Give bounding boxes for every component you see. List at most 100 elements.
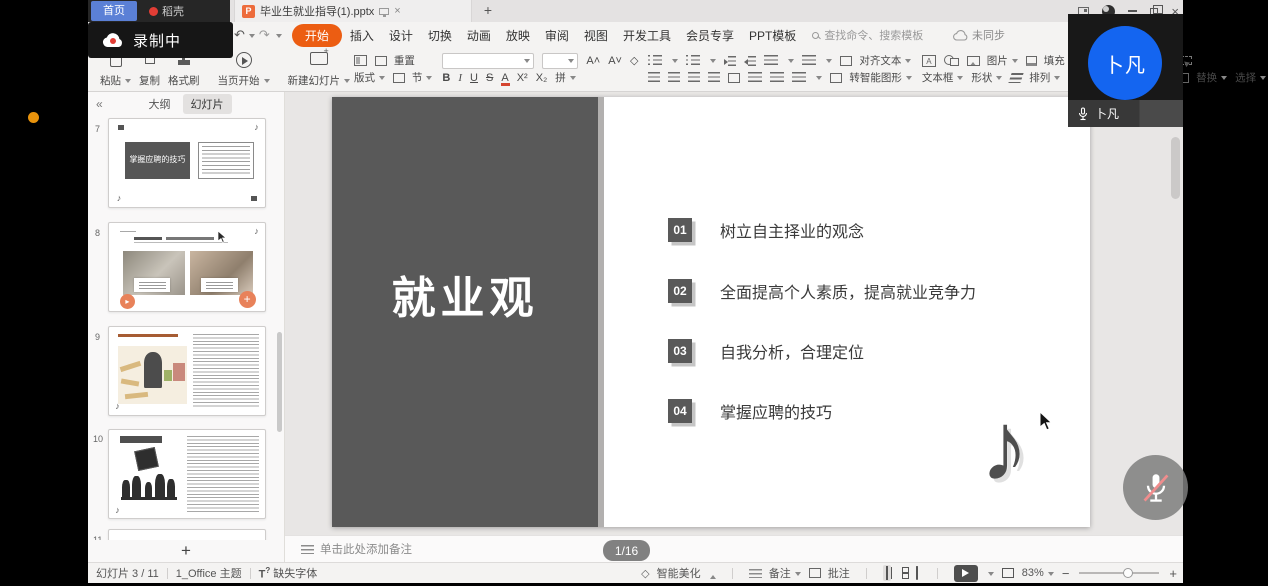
layout-button[interactable]: 版式: [354, 70, 385, 85]
textbox-button[interactable]: 文本框: [922, 70, 964, 85]
current-slide[interactable]: 就业观 01 树立自主择业的观念 02 全面提高个人素质，提高就业竞争力 03 …: [332, 97, 1090, 527]
underline-button[interactable]: U: [470, 72, 478, 84]
participant-video-tile[interactable]: 卜凡 卜凡: [1068, 14, 1183, 127]
decrease-indent-icon[interactable]: [724, 56, 736, 66]
text-direction-icon[interactable]: [764, 55, 778, 66]
numbered-list-icon[interactable]: [686, 55, 700, 66]
font-size-combo[interactable]: [542, 53, 578, 69]
agenda-item-3[interactable]: 03 自我分析，合理定位: [668, 338, 864, 364]
decrease-font-button[interactable]: A˅: [608, 55, 622, 67]
mute-microphone-button[interactable]: [1123, 455, 1188, 520]
tab-member[interactable]: 会员专享: [686, 27, 734, 44]
tab-animation[interactable]: 动画: [467, 27, 491, 44]
select-button[interactable]: 选择: [1235, 70, 1266, 85]
tab-devtools[interactable]: 开发工具: [623, 27, 671, 44]
agenda-item-4[interactable]: 04 掌握应聘的技巧: [668, 398, 832, 424]
bold-button[interactable]: B: [442, 72, 450, 84]
zoom-level[interactable]: 83%: [1022, 567, 1054, 579]
slide-thumbnail-7[interactable]: ♪ 掌握应聘的技巧 ♪: [108, 118, 266, 208]
textbox-icon[interactable]: A: [922, 55, 936, 67]
slide-thumbnail-9[interactable]: ♪: [108, 326, 266, 416]
arrange-button[interactable]: 排列: [1010, 70, 1060, 85]
replace-button[interactable]: 替换: [1177, 70, 1227, 85]
increase-font-button[interactable]: A˄: [586, 55, 600, 67]
reading-view-button[interactable]: [913, 565, 921, 581]
numbered-dropdown-icon[interactable]: [710, 59, 716, 66]
pinyin-button[interactable]: 拼: [555, 70, 576, 85]
tab-ppt-template[interactable]: PPT模板: [749, 27, 796, 44]
zoom-out-button[interactable]: −: [1062, 566, 1070, 581]
comments-button[interactable]: 批注: [809, 565, 850, 581]
zoom-slider-knob[interactable]: [1123, 568, 1133, 578]
slide-thumbnail-11[interactable]: [108, 529, 266, 540]
picture-button[interactable]: 图片: [967, 53, 1018, 68]
undo-icon[interactable]: ↶: [234, 27, 245, 43]
slideshow-play-button[interactable]: [954, 565, 978, 582]
distribute-icon[interactable]: [728, 73, 740, 83]
panel-scrollbar-thumb[interactable]: [277, 332, 282, 432]
missing-font-label[interactable]: 缺失字体: [273, 565, 317, 581]
canvas-scrollbar-thumb[interactable]: [1171, 137, 1180, 199]
tab-home-ribbon[interactable]: 开始: [292, 24, 342, 47]
document-tab[interactable]: P 毕业生就业指导(1).pptx ×: [234, 0, 472, 22]
undo-dropdown-icon[interactable]: [249, 34, 255, 41]
zoom-slider[interactable]: [1079, 572, 1159, 574]
tab-design[interactable]: 设计: [389, 27, 413, 44]
docer-tab[interactable]: 稻壳: [143, 0, 190, 22]
font-name-combo[interactable]: [442, 53, 534, 69]
clear-format-icon[interactable]: ◇: [630, 54, 638, 67]
add-slide-button[interactable]: +: [88, 540, 284, 562]
sorter-view-button[interactable]: [899, 571, 905, 575]
new-tab-button[interactable]: +: [480, 2, 496, 18]
minimize-button[interactable]: [1128, 10, 1137, 12]
close-document-icon[interactable]: ×: [394, 5, 400, 17]
slides-tab[interactable]: 幻灯片: [183, 94, 232, 114]
tab-insert[interactable]: 插入: [350, 27, 374, 44]
bullet-list-icon[interactable]: [648, 55, 662, 66]
new-slide-button[interactable]: 新建幻灯片: [284, 50, 355, 88]
sync-status[interactable]: 未同步: [953, 22, 1005, 48]
bullet-dropdown-icon[interactable]: [672, 59, 678, 66]
theme-label[interactable]: 1_Office 主题: [176, 565, 242, 581]
layout-icon[interactable]: [354, 55, 367, 66]
line-spacing-icon[interactable]: [802, 55, 816, 66]
subscript-button[interactable]: X₂: [536, 72, 548, 84]
shapes-icon[interactable]: [944, 55, 959, 66]
notes-bar[interactable]: 单击此处添加备注: [285, 535, 1183, 562]
tab-slideshow[interactable]: 放映: [506, 27, 530, 44]
command-search[interactable]: 查找命令、搜索模板: [812, 27, 923, 43]
text-direction-dropdown-icon[interactable]: [788, 59, 794, 66]
row-spacing-icon[interactable]: [770, 72, 784, 83]
fit-window-icon[interactable]: [1002, 568, 1014, 578]
italic-button[interactable]: I: [458, 72, 462, 84]
line-spacing-dropdown-icon[interactable]: [826, 59, 832, 66]
font-color-button[interactable]: A: [501, 72, 508, 84]
paragraph-spacing-icon[interactable]: [792, 72, 806, 83]
column-spacing-icon[interactable]: [748, 72, 762, 83]
zoom-in-button[interactable]: +: [1169, 566, 1177, 581]
outline-tab[interactable]: 大纲: [141, 94, 179, 114]
tab-review[interactable]: 审阅: [545, 27, 569, 44]
slideshow-dropdown-icon[interactable]: [988, 572, 994, 579]
present-mode-icon[interactable]: [379, 8, 389, 15]
slide-thumbnail-8[interactable]: ▸ + ♪: [108, 222, 266, 312]
align-left-icon[interactable]: [648, 72, 660, 83]
redo-icon[interactable]: ↷: [259, 27, 270, 43]
increase-indent-icon[interactable]: [744, 56, 756, 66]
home-tab[interactable]: 首页: [91, 1, 137, 21]
slide-title-panel[interactable]: 就业观: [332, 97, 598, 527]
collapse-panel-icon[interactable]: «: [96, 97, 103, 111]
tab-view[interactable]: 视图: [584, 27, 608, 44]
normal-view-button[interactable]: [883, 565, 891, 581]
slide-thumbnail-10[interactable]: ♪: [108, 429, 266, 519]
agenda-item-1[interactable]: 01 树立自主择业的观念: [668, 217, 864, 243]
strikethrough-button[interactable]: S: [486, 72, 493, 84]
section-button[interactable]: 节: [393, 70, 432, 85]
superscript-button[interactable]: X²: [517, 72, 528, 84]
music-note-graphic[interactable]: ♪: [980, 397, 1029, 495]
align-text-button[interactable]: 对齐文本: [840, 53, 911, 68]
paragraph-spacing-dropdown-icon[interactable]: [816, 76, 822, 83]
quick-toolbar-dropdown-icon[interactable]: [276, 34, 282, 41]
tab-transition[interactable]: 切换: [428, 27, 452, 44]
notes-button[interactable]: 备注: [749, 565, 801, 581]
